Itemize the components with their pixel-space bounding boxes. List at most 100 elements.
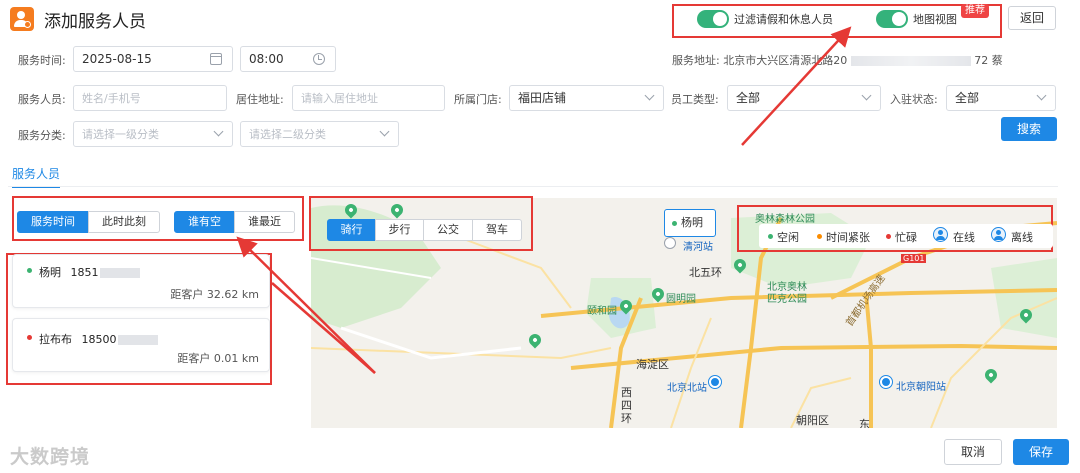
metro-station-icon: [880, 376, 892, 388]
clock-icon: [313, 53, 325, 65]
emp-type-label: 员工类型:: [671, 93, 719, 106]
legend-idle-label: 空闲: [777, 231, 799, 244]
marker-name: 杨明: [681, 216, 703, 229]
service-time-value: 08:00: [249, 52, 284, 66]
chevron-down-icon: [644, 90, 655, 101]
phone-redacted: [99, 268, 140, 278]
address-value: 北京市大兴区清源北路20: [723, 54, 848, 67]
status-dot: [27, 335, 32, 340]
tight-dot: [817, 234, 822, 239]
map-label: 北京朝阳站: [896, 382, 946, 393]
transit-ride-button[interactable]: 骑行: [327, 219, 376, 241]
chevron-down-icon: [379, 126, 390, 137]
transit-drive-button[interactable]: 驾车: [472, 219, 522, 241]
legend-tight: 时间紧张: [817, 229, 870, 245]
status-label: 入驻状态:: [890, 93, 938, 106]
filter-service-time[interactable]: 服务时间: [17, 211, 89, 233]
footer: [0, 432, 1080, 473]
service-date-value: 2025-08-15: [82, 52, 152, 66]
category1-select[interactable]: 请选择一级分类: [73, 121, 233, 147]
chevron-down-icon: [861, 90, 872, 101]
map-label: 匹克公园: [767, 294, 807, 305]
chevron-down-icon: [1036, 90, 1047, 101]
address-tail: 72 蔡: [974, 54, 1003, 67]
page-title: 添加服务人员: [44, 12, 146, 32]
filter-right-now[interactable]: 此时此刻: [88, 211, 160, 233]
service-address: 服务地址: 北京市大兴区清源北路20 72 蔡: [672, 52, 1003, 68]
legend-tight-label: 时间紧张: [826, 231, 870, 244]
category2-placeholder: 请选择二级分类: [249, 128, 326, 141]
list-item[interactable]: 拉布布 18500 距客户 0.01 km: [12, 318, 270, 372]
map-label: 环: [621, 412, 632, 425]
staff-search-input[interactable]: 姓名/手机号: [73, 85, 227, 111]
filter-who-free[interactable]: 谁有空: [174, 211, 235, 233]
residence-placeholder: 请输入居住地址: [301, 92, 378, 105]
staff-map-marker[interactable]: 杨明: [664, 209, 716, 237]
map-label: 圆明园: [666, 294, 696, 305]
map-label: 北五环: [689, 266, 722, 279]
staff-placeholder: 姓名/手机号: [82, 92, 141, 105]
leave-filter-label: 过滤请假和休息人员: [734, 13, 833, 26]
back-button[interactable]: 返回: [1008, 6, 1056, 30]
residence-input[interactable]: 请输入居住地址: [292, 85, 445, 111]
transit-walk-button[interactable]: 步行: [375, 219, 424, 241]
legend-offline-label: 离线: [1011, 231, 1033, 244]
staff-label: 服务人员:: [18, 93, 66, 106]
emp-type-value: 全部: [736, 91, 761, 105]
tab-divider: [8, 186, 1058, 187]
tab-staff[interactable]: 服务人员: [12, 165, 61, 188]
metro-station-icon: [709, 376, 721, 388]
service-time-field[interactable]: 08:00: [240, 46, 336, 72]
legend-busy-label: 忙碌: [895, 231, 917, 244]
address-label: 服务地址:: [672, 54, 720, 67]
recommend-badge: 推荐: [961, 4, 989, 18]
map-label: G101: [901, 254, 927, 263]
service-date-field[interactable]: 2025-08-15: [73, 46, 233, 72]
map-label: 北京北站: [667, 383, 707, 394]
map-view-label: 地图视图: [913, 13, 957, 26]
store-label: 所属门店:: [454, 93, 502, 106]
cancel-button[interactable]: 取消: [944, 439, 1002, 465]
map-label: 海淀区: [636, 358, 669, 371]
add-user-app-icon: [10, 7, 34, 31]
emp-type-select[interactable]: 全部: [727, 85, 881, 111]
staff-name: 杨明: [39, 266, 61, 279]
store-select[interactable]: 福田店铺: [509, 85, 664, 111]
search-button[interactable]: 搜索: [1001, 117, 1057, 141]
status-dot: [672, 221, 677, 226]
residence-label: 居住地址:: [236, 93, 284, 106]
map-view-toggle[interactable]: [876, 10, 908, 28]
category1-placeholder: 请选择一级分类: [82, 128, 159, 141]
busy-dot: [886, 234, 891, 239]
save-button[interactable]: 保存: [1013, 439, 1069, 465]
category-label: 服务分类:: [18, 129, 66, 142]
map-label: 颐和园: [587, 306, 617, 317]
legend-online-label: 在线: [953, 231, 975, 244]
map-pin-icon: [664, 237, 676, 249]
status-select[interactable]: 全部: [946, 85, 1056, 111]
status-legend: 空闲 时间紧张 忙碌 在线 离线: [737, 205, 1053, 252]
status-value: 全部: [955, 91, 980, 105]
legend-busy: 忙碌: [886, 229, 917, 245]
filter-who-nearest[interactable]: 谁最近: [234, 211, 295, 233]
chevron-down-icon: [213, 126, 224, 137]
legend-idle: 空闲: [768, 229, 799, 245]
phone-redacted: [117, 335, 158, 345]
staff-distance: 距客户 32.62 km: [170, 288, 259, 301]
transit-bus-button[interactable]: 公交: [423, 219, 473, 241]
list-item[interactable]: 杨明 1851 距客户 32.62 km: [12, 254, 270, 308]
staff-phone: 18500: [81, 333, 117, 346]
leave-filter-toggle[interactable]: [697, 10, 729, 28]
map-label: 东: [859, 418, 870, 428]
map-label: 朝阳区: [796, 414, 829, 427]
watermark: 大数跨境: [10, 446, 91, 468]
calendar-icon: [210, 53, 222, 65]
address-redacted: [850, 56, 971, 66]
status-dot: [27, 268, 32, 273]
category2-select[interactable]: 请选择二级分类: [240, 121, 399, 147]
map-label: 清河站: [683, 242, 713, 253]
offline-avatar-icon: [991, 227, 1006, 242]
store-value: 福田店铺: [518, 91, 567, 105]
staff-distance: 距客户 0.01 km: [177, 352, 259, 365]
idle-dot: [768, 234, 773, 239]
